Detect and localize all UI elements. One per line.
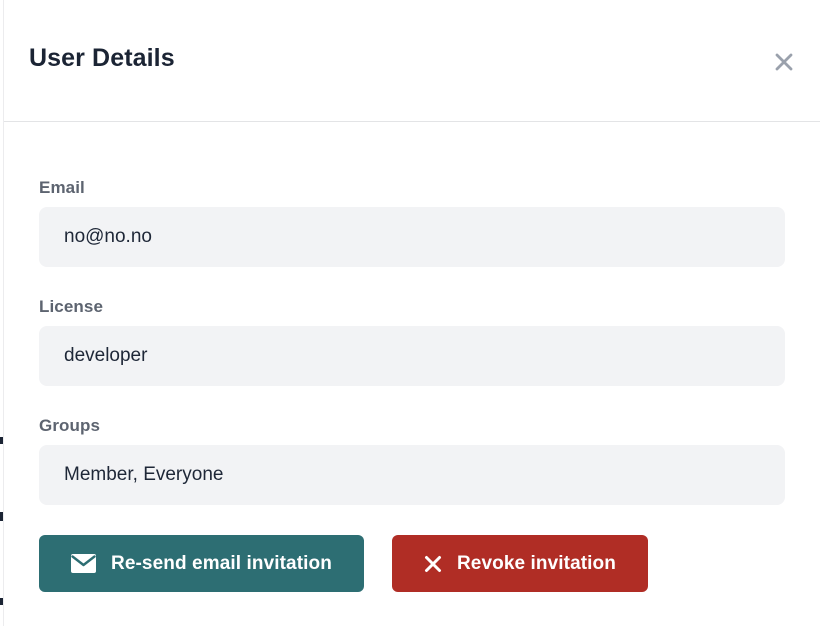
modal-header: User Details (4, 0, 820, 122)
background-text-fragment (0, 512, 3, 521)
background-text-fragment (0, 437, 3, 444)
license-field-group: License (39, 297, 785, 386)
screen: User Details Email License Groups (0, 0, 820, 626)
resend-invitation-button[interactable]: Re-send email invitation (39, 535, 364, 592)
user-details-modal: User Details Email License Groups (3, 0, 820, 626)
close-button[interactable] (766, 45, 802, 81)
resend-invitation-label: Re-send email invitation (111, 553, 332, 575)
close-x-icon (772, 50, 796, 77)
modal-title: User Details (29, 44, 175, 73)
license-field[interactable] (39, 326, 785, 386)
email-label: Email (39, 178, 785, 198)
x-icon (424, 555, 442, 573)
email-field-group: Email (39, 178, 785, 267)
action-button-row: Re-send email invitation Revoke invitati… (39, 535, 785, 592)
license-label: License (39, 297, 785, 317)
revoke-invitation-label: Revoke invitation (457, 553, 616, 575)
background-text-fragment (0, 598, 3, 605)
modal-body: Email License Groups (4, 122, 820, 592)
groups-field[interactable] (39, 445, 785, 505)
email-field[interactable] (39, 207, 785, 267)
groups-label: Groups (39, 416, 785, 436)
revoke-invitation-button[interactable]: Revoke invitation (392, 535, 648, 592)
envelope-icon (71, 554, 96, 573)
background-page-sliver (0, 0, 3, 626)
groups-field-group: Groups (39, 416, 785, 505)
